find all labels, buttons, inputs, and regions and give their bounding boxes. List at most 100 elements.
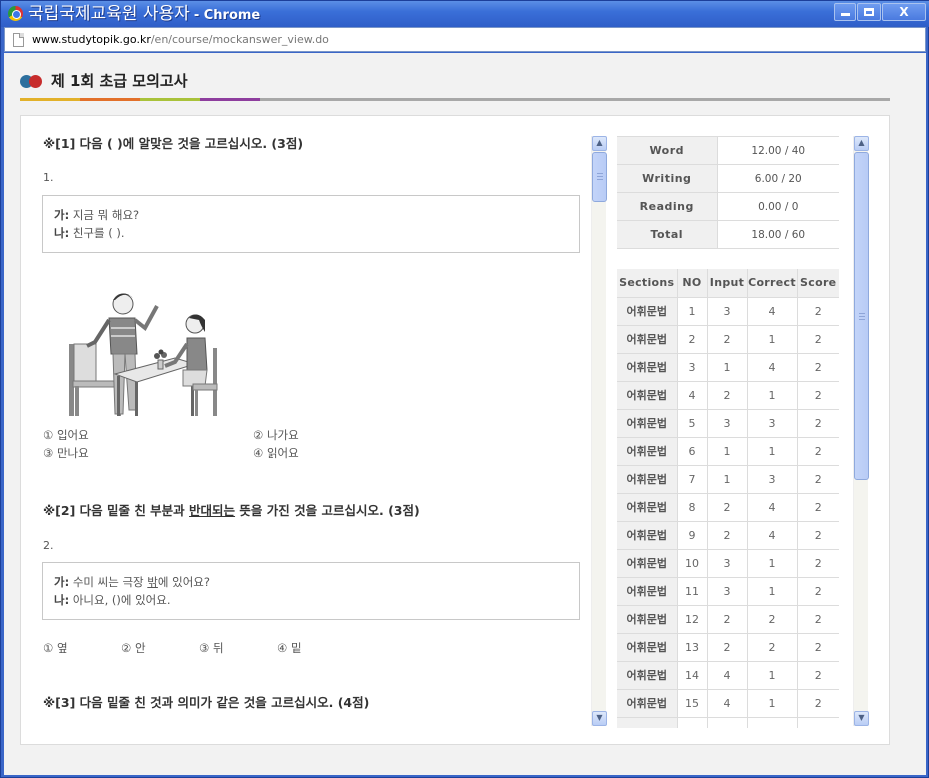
choice-1-4: ④ 읽어요 [253, 446, 299, 460]
summary-row: Total 18.00 / 60 [617, 220, 839, 249]
input-cell: 2 [707, 381, 748, 410]
chair-left-back [69, 344, 74, 416]
question-number-2: 2. [43, 539, 54, 552]
choice-2-1: ① 옆 [43, 641, 68, 655]
url-domain: www.studytopik.go.kr [32, 33, 151, 46]
scroll-thumb[interactable] [854, 152, 869, 480]
dialog-line: 나: 친구를 ( ). [54, 224, 568, 242]
no-cell: 8 [677, 493, 708, 522]
speaker-label: 가: [54, 575, 70, 589]
table-row: 어휘문법 3 1 4 2 [617, 353, 839, 382]
score-cell: 2 [797, 325, 839, 354]
table-row [617, 717, 839, 728]
header-underlined-text: 반대되는 [189, 503, 236, 518]
summary-label: Writing [617, 164, 718, 193]
window-title-suffix: - Chrome [193, 8, 261, 23]
no-cell: 7 [677, 465, 708, 494]
score-cell [797, 717, 839, 728]
correct-cell: 3 [747, 465, 798, 494]
no-cell: 4 [677, 381, 708, 410]
input-cell: 2 [707, 325, 748, 354]
summary-row: Reading 0.00 / 0 [617, 192, 839, 221]
correct-cell: 1 [747, 381, 798, 410]
section-cell: 어휘문법 [617, 325, 678, 354]
table-row: 어휘문법 2 2 1 2 [617, 325, 839, 354]
questions-pane: ※[1] 다음 ( )에 알맞은 것을 고르십시오. (3점) 1. 가: 지금… [21, 116, 591, 726]
minimize-icon [840, 13, 850, 16]
summary-label: Reading [617, 192, 718, 221]
choice-1-1: ① 입어요 [43, 428, 89, 442]
page-viewport: 제 1회 초급 모의고사 ※[1] 다음 ( )에 알맞은 것을 고르십시오. … [4, 53, 926, 775]
input-cell: 2 [707, 521, 748, 550]
no-cell: 11 [677, 577, 708, 606]
correct-cell: 2 [747, 633, 798, 662]
summary-row: Writing 6.00 / 20 [617, 164, 839, 193]
scroll-down-button[interactable]: ▼ [592, 711, 607, 726]
input-cell: 1 [707, 437, 748, 466]
input-cell: 4 [707, 689, 748, 718]
score-cell: 2 [797, 605, 839, 634]
results-scrollbar[interactable]: ▲ ▼ [853, 136, 869, 726]
question-header-2: ※[2] 다음 밑줄 친 부분과 반대되는 뜻을 가진 것을 고르십시오. (3… [43, 500, 420, 519]
section-cell: 어휘문법 [617, 577, 678, 606]
correct-cell: 3 [747, 409, 798, 438]
close-icon: X [899, 5, 909, 19]
url-path: /en/course/mockanswer_view.do [150, 33, 329, 46]
color-rule-segment [80, 98, 140, 101]
dialog-line: 가: 지금 뭐 해요? [54, 206, 568, 224]
correct-cell: 1 [747, 549, 798, 578]
answer-detail-table: Sections NO Input Correct Score 어휘문법 1 3 4 2 어휘문법… [617, 269, 839, 728]
color-rule-segment [260, 98, 890, 101]
table-row: 어휘문법 4 2 1 2 [617, 381, 839, 410]
scroll-up-button[interactable]: ▲ [592, 136, 607, 151]
correct-cell: 1 [747, 689, 798, 718]
correct-cell: 4 [747, 297, 798, 326]
table-row: 어휘문법 15 4 1 2 [617, 689, 839, 718]
score-cell: 2 [797, 409, 839, 438]
choice-1-3: ③ 만나요 [43, 446, 89, 460]
choice-2-4: ④ 밑 [277, 641, 302, 655]
no-cell: 5 [677, 409, 708, 438]
correct-cell: 4 [747, 521, 798, 550]
question-header-3: ※[3] 다음 밑줄 친 것과 의미가 같은 것을 고르십시오. (4점) [43, 695, 370, 710]
questions-scrollbar[interactable]: ▲ ▼ [591, 136, 607, 726]
input-cell [707, 717, 748, 728]
color-rule-segment [140, 98, 200, 101]
correct-cell [747, 717, 798, 728]
choice-1-2: ② 나가요 [253, 428, 299, 442]
minimize-button[interactable] [834, 3, 856, 21]
dialog-line: 가: 수미 씨는 극장 밖에 있어요? [54, 573, 568, 591]
title-bar[interactable]: 국립국제교육원 사용자 - Chrome X [1, 1, 929, 27]
scroll-down-button[interactable]: ▼ [854, 711, 869, 726]
dialog-text: 에 있어요? [157, 575, 210, 589]
column-header: Sections [617, 269, 678, 298]
table-row: 어휘문법 10 3 1 2 [617, 549, 839, 578]
chrome-logo-icon [8, 6, 23, 21]
scroll-thumb[interactable] [592, 152, 607, 202]
section-cell: 어휘문법 [617, 521, 678, 550]
section-cell: 어휘문법 [617, 381, 678, 410]
table-row: 어휘문법 5 3 3 2 [617, 409, 839, 438]
maximize-icon [864, 8, 874, 16]
column-header: Score [797, 269, 839, 298]
browser-window: 국립국제교육원 사용자 - Chrome X www.studytopik.go.… [0, 0, 929, 778]
question-illustration [69, 293, 218, 416]
input-cell: 2 [707, 493, 748, 522]
no-cell: 12 [677, 605, 708, 634]
score-cell: 2 [797, 549, 839, 578]
section-cell: 어휘문법 [617, 549, 678, 578]
no-cell [677, 717, 708, 728]
input-cell: 3 [707, 549, 748, 578]
maximize-button[interactable] [857, 3, 881, 21]
correct-cell: 1 [747, 325, 798, 354]
speaker-label: 가: [54, 208, 70, 222]
section-cell: 어휘문법 [617, 633, 678, 662]
score-cell: 2 [797, 381, 839, 410]
scroll-up-button[interactable]: ▲ [854, 136, 869, 151]
summary-value: 12.00 / 40 [717, 136, 839, 165]
address-bar[interactable]: www.studytopik.go.kr/en/course/mockanswe… [4, 27, 926, 52]
close-button[interactable]: X [882, 3, 926, 21]
url-text[interactable]: www.studytopik.go.kr/en/course/mockanswe… [32, 33, 329, 47]
section-cell [617, 717, 678, 728]
score-cell: 2 [797, 493, 839, 522]
